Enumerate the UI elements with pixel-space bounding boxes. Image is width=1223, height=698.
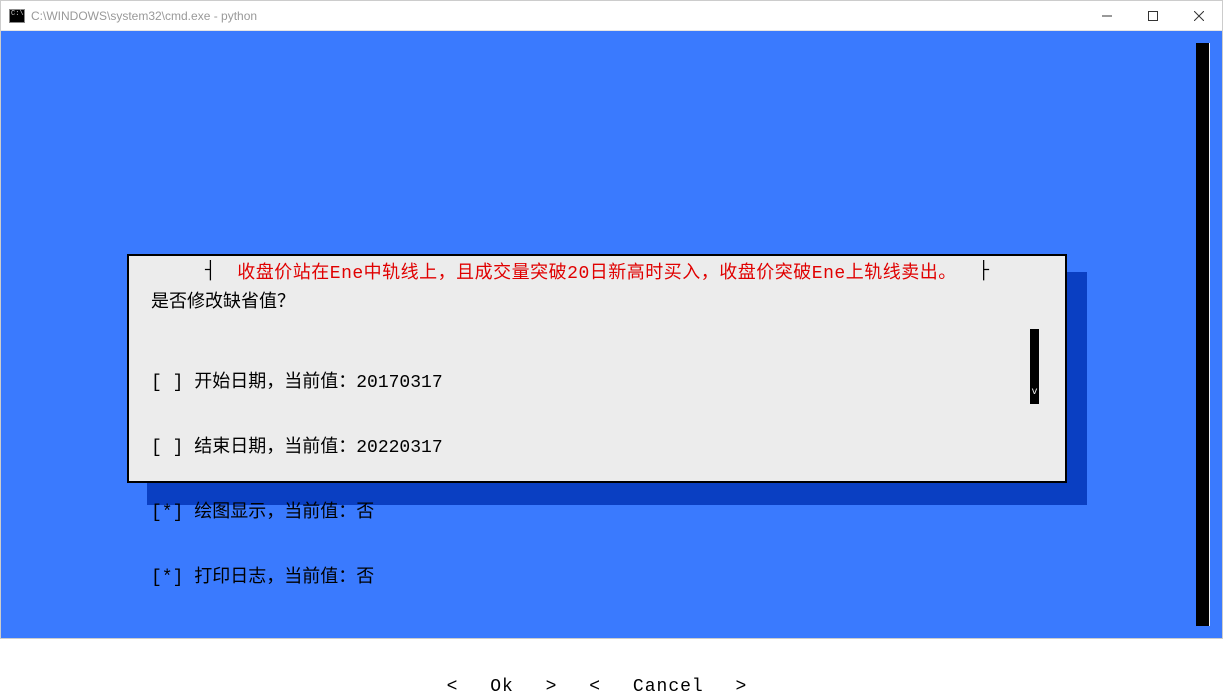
dialog-buttons: < Ok > < Cancel > <box>151 676 1043 698</box>
option-end-date[interactable]: [ ] 结束日期，当前值：20220317 <box>151 437 1043 458</box>
minimize-button[interactable] <box>1084 1 1130 30</box>
option-start-date[interactable]: [ ] 开始日期，当前值：20170317 <box>151 372 1043 393</box>
dialog-prompt: 是否修改缺省值？ <box>151 292 1043 314</box>
terminal-area: ┤ 收盘价站在Ene中轨线上，且成交量突破20日新高时买入，收盘价突破Ene上轨… <box>1 31 1222 638</box>
maximize-button[interactable] <box>1130 1 1176 30</box>
ok-button[interactable]: Ok <box>490 677 514 697</box>
window-controls <box>1084 1 1222 30</box>
close-button[interactable] <box>1176 1 1222 30</box>
cmd-icon <box>9 9 25 23</box>
option-print-log[interactable]: [*] 打印日志，当前值：否 <box>151 567 1043 588</box>
dialog-body: 是否修改缺省值？ [ ] 开始日期，当前值：20170317 [ ] 结束日期，… <box>129 284 1065 698</box>
tui-dialog: ┤ 收盘价站在Ene中轨线上，且成交量突破20日新高时买入，收盘价突破Ene上轨… <box>127 254 1067 483</box>
terminal-canvas: ┤ 收盘价站在Ene中轨线上，且成交量突破20日新高时买入，收盘价突破Ene上轨… <box>7 37 1216 632</box>
option-plot-show[interactable]: [*] 绘图显示，当前值：否 <box>151 502 1043 523</box>
scrollbar-thumb[interactable] <box>1196 43 1209 626</box>
terminal-scrollbar[interactable] <box>1196 43 1210 626</box>
ok-right-bracket-icon: > <box>546 677 558 697</box>
dialog-title: 收盘价站在Ene中轨线上，且成交量突破20日新高时买入，收盘价突破Ene上轨线卖… <box>222 258 972 284</box>
title-right-divider: ├ <box>978 261 989 281</box>
cancel-left-bracket-icon: < <box>589 677 601 697</box>
ok-left-bracket-icon: < <box>447 677 459 697</box>
dialog-titlebar: ┤ 收盘价站在Ene中轨线上，且成交量突破20日新高时买入，收盘价突破Ene上轨… <box>129 256 1065 284</box>
app-window: C:\WINDOWS\system32\cmd.exe - python ┤ 收… <box>0 0 1223 639</box>
cancel-right-bracket-icon: > <box>736 677 748 697</box>
titlebar[interactable]: C:\WINDOWS\system32\cmd.exe - python <box>1 1 1222 31</box>
title-left-divider: ┤ <box>205 261 216 281</box>
cancel-button[interactable]: Cancel <box>633 677 704 697</box>
window-title: C:\WINDOWS\system32\cmd.exe - python <box>31 9 1084 23</box>
list-scroll-indicator-icon[interactable]: v <box>1029 328 1039 404</box>
option-list: [ ] 开始日期，当前值：20170317 [ ] 结束日期，当前值：20220… <box>151 328 1043 654</box>
